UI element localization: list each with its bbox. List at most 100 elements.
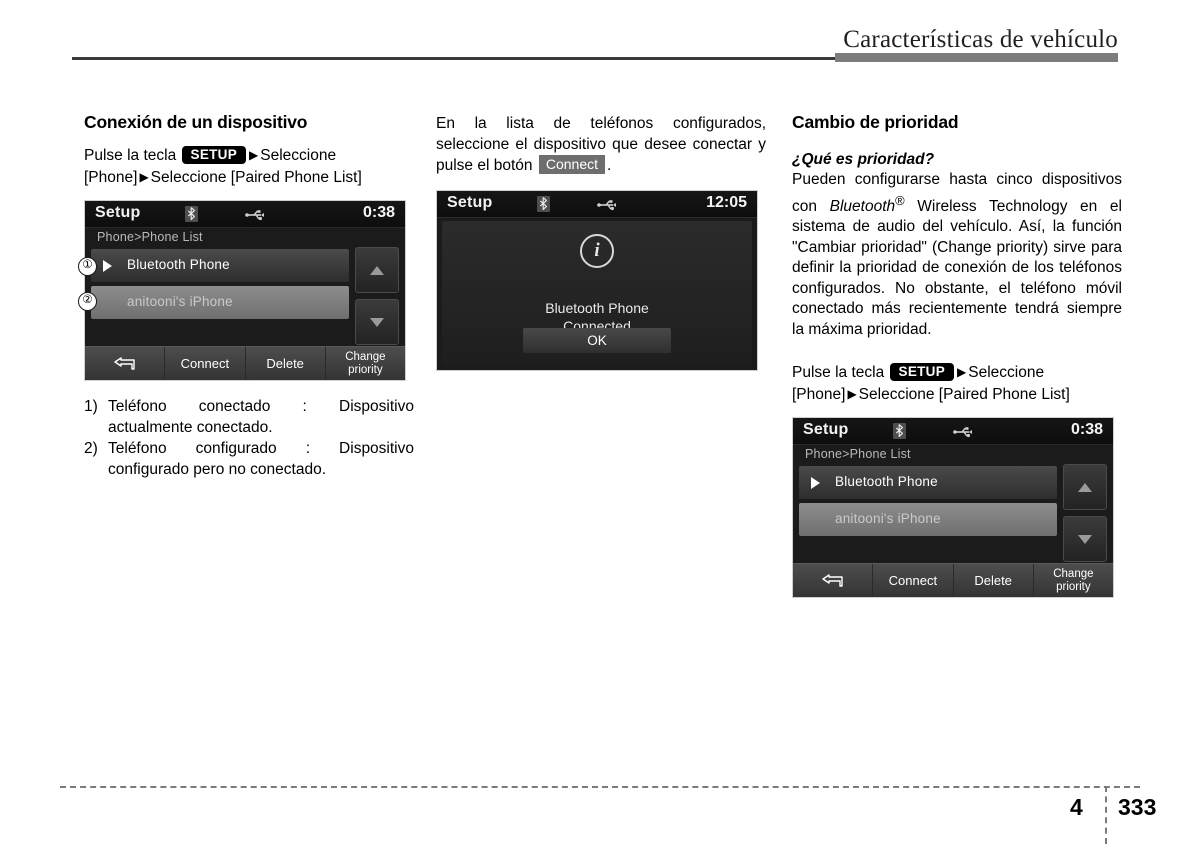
device-list-item-connected-2[interactable]: Bluetooth Phone: [799, 466, 1057, 500]
numbered-notes: 1) Teléfono conectado : Dispositivo actu…: [84, 397, 414, 480]
device-button-bar-2: Connect Delete Change priority: [793, 563, 1113, 598]
popup-status-bar: Setup 12:05: [437, 190, 757, 218]
middle-paragraph-period: .: [607, 157, 612, 174]
scroll-up-button-2[interactable]: [1063, 464, 1107, 511]
header-rule-thick: [835, 53, 1118, 62]
device-list-item-label-3: Bluetooth Phone: [835, 474, 938, 490]
setup-key-badge-2[interactable]: SETUP: [889, 363, 955, 382]
delete-button[interactable]: Delete: [246, 347, 326, 380]
chevron-up-icon: [1078, 483, 1092, 493]
device-breadcrumb-2: Phone>Phone List: [805, 447, 911, 462]
device-status-bar-2: Setup 0:38: [793, 418, 1113, 446]
chevron-down-icon: [370, 318, 384, 327]
scroll-down-button[interactable]: [355, 299, 399, 345]
popup-clock: 12:05: [706, 193, 747, 211]
usb-icon: [245, 208, 265, 221]
right-paragraph-part2: Wireless Technology en el sistema de aud…: [792, 197, 1122, 338]
info-icon: i: [580, 233, 614, 268]
left-instruction-paired: Seleccione [Paired Phone List]: [150, 168, 362, 186]
middle-paragraph: En la lista de teléfonos configurados, s…: [436, 114, 766, 177]
middle-column: En la lista de teléfonos configurados, s…: [436, 112, 766, 371]
scroll-down-button-2[interactable]: [1063, 516, 1107, 563]
right-sub-title: ¿Qué es prioridad?: [792, 151, 935, 168]
footer-vertical-divider: [1105, 786, 1107, 844]
setup-key-badge[interactable]: SETUP: [181, 146, 247, 164]
note-line-1a: Teléfono conectado : Dispositivo: [108, 398, 414, 415]
change-priority-line2-b: priority: [1056, 580, 1091, 593]
arrow-icon: ▶: [249, 148, 259, 162]
note-item-2: 2) Teléfono configurado : Dispositivo co…: [84, 439, 414, 480]
device-title: Setup: [95, 204, 141, 221]
device-list-item-paired[interactable]: anitooni's iPhone: [91, 286, 349, 319]
note-item-1: 1) Teléfono conectado : Dispositivo actu…: [84, 397, 414, 438]
note-marker-1: 1): [84, 398, 98, 415]
change-priority-button-2[interactable]: Change priority: [1034, 564, 1113, 597]
note-line-2a: Teléfono configurado : Dispositivo: [108, 440, 414, 457]
device-phone-list: Bluetooth Phone anitooni's iPhone: [91, 249, 349, 323]
play-triangle-icon: [103, 260, 112, 272]
popup-message-line1: Bluetooth Phone: [545, 299, 649, 316]
right-column: Cambio de prioridad ¿Qué es prioridad? P…: [792, 112, 1122, 599]
device-list-item-paired-2[interactable]: anitooni's iPhone: [799, 503, 1057, 537]
arrow-icon-2: ▶: [139, 169, 149, 184]
delete-button-2[interactable]: Delete: [954, 564, 1034, 598]
usb-icon: [953, 425, 973, 438]
popup-title: Setup: [447, 193, 493, 211]
page-title: Características de vehículo: [843, 26, 1118, 53]
back-button[interactable]: [85, 347, 166, 380]
footer-chapter-number: 4: [1070, 794, 1083, 820]
arrow-icon-4: ▶: [847, 386, 857, 401]
left-instruction-prefix: Pulse la tecla: [84, 147, 177, 164]
connect-inline-badge[interactable]: Connect: [538, 155, 605, 174]
device-screen-phone-list-2: Setup 0:38 Phone>Phone List Bluetooth Ph…: [792, 417, 1114, 599]
back-button-2[interactable]: [793, 564, 874, 598]
device-screen-phone-list: Setup 0:38 Phone>Phone List Bluetooth Ph…: [84, 200, 406, 381]
right-paragraph: Pueden configurarse hasta cinco disposit…: [792, 170, 1122, 340]
note-line-2b: configurado pero no conectado.: [108, 460, 327, 478]
change-priority-button[interactable]: Change priority: [326, 347, 405, 380]
left-section-title: Conexión de un dispositivo: [84, 112, 308, 132]
left-instruction-after: Seleccione: [260, 147, 337, 164]
connect-button-2[interactable]: Connect: [873, 564, 954, 598]
device-clock: 0:38: [362, 204, 395, 221]
right-instruction-prefix: Pulse la tecla: [792, 364, 885, 382]
scroll-up-button[interactable]: [355, 247, 399, 293]
device-clock-2: 0:38: [1070, 421, 1103, 439]
play-triangle-icon: [811, 477, 820, 490]
device-list-item-connected[interactable]: Bluetooth Phone: [91, 249, 349, 282]
right-instruction-after: Seleccione: [968, 364, 1045, 382]
change-priority-line2: priority: [348, 363, 383, 376]
left-instruction-phone: [Phone]: [84, 168, 138, 186]
device-phone-list-2: Bluetooth Phone anitooni's iPhone: [799, 466, 1057, 540]
device-list-item-label: Bluetooth Phone: [127, 257, 230, 272]
connect-button[interactable]: Connect: [165, 347, 246, 380]
registered-mark: ®: [895, 192, 905, 208]
bluetooth-icon: [537, 195, 550, 212]
right-instruction-phone: [Phone]: [792, 385, 846, 403]
note-line-1b: actualmente conectado.: [108, 418, 273, 436]
bluetooth-icon: [893, 423, 906, 440]
right-instruction-paired: Seleccione [Paired Phone List]: [858, 385, 1070, 403]
change-priority-line1: Change: [345, 351, 386, 363]
chevron-down-icon: [1078, 535, 1092, 545]
note-marker-2: 2): [84, 440, 98, 457]
change-priority-line1-b: Change: [1053, 568, 1094, 581]
popup-ok-button[interactable]: OK: [523, 327, 671, 353]
right-instruction: Pulse la tecla SETUP ▶ Seleccione [Phone] ▶…: [792, 362, 1122, 405]
device-scrollbar[interactable]: [355, 247, 399, 345]
chevron-up-icon: [370, 266, 384, 275]
footer-divider: [60, 786, 1140, 788]
bluetooth-icon: [185, 206, 198, 222]
right-section-title: Cambio de prioridad: [792, 112, 959, 132]
back-arrow-icon: [821, 573, 843, 587]
popup-body: i Bluetooth Phone Connected OK: [442, 220, 752, 365]
device-scrollbar-2[interactable]: [1063, 464, 1107, 563]
usb-icon: [597, 198, 617, 210]
back-arrow-icon: [113, 356, 135, 370]
left-column: Conexión de un dispositivo Pulse la tecl…: [78, 112, 414, 481]
callout-2: ②: [78, 292, 97, 311]
bluetooth-wordmark: Bluetooth: [829, 197, 896, 215]
device-status-bar: Setup 0:38: [85, 201, 405, 228]
device-title-2: Setup: [803, 421, 849, 439]
device-breadcrumb: Phone>Phone List: [97, 230, 203, 244]
